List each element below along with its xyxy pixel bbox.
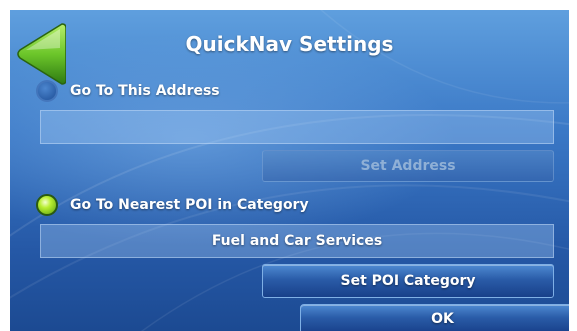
ok-button[interactable]: OK xyxy=(300,304,569,331)
poi-category-field[interactable]: Fuel and Car Services xyxy=(40,224,554,258)
quicknav-settings-screen: QuickNav Settings Go To This Address Set… xyxy=(10,10,569,331)
poi-radio[interactable] xyxy=(36,194,58,216)
option-go-to-nearest-poi[interactable]: Go To Nearest POI in Category xyxy=(36,194,309,216)
address-radio[interactable] xyxy=(36,80,58,102)
set-poi-category-button[interactable]: Set POI Category xyxy=(262,264,554,298)
page-title: QuickNav Settings xyxy=(185,32,394,56)
address-option-label: Go To This Address xyxy=(70,83,220,99)
address-field[interactable] xyxy=(40,110,554,144)
poi-option-label: Go To Nearest POI in Category xyxy=(70,197,309,213)
option-go-to-address[interactable]: Go To This Address xyxy=(36,80,220,102)
set-address-button[interactable]: Set Address xyxy=(262,150,554,182)
